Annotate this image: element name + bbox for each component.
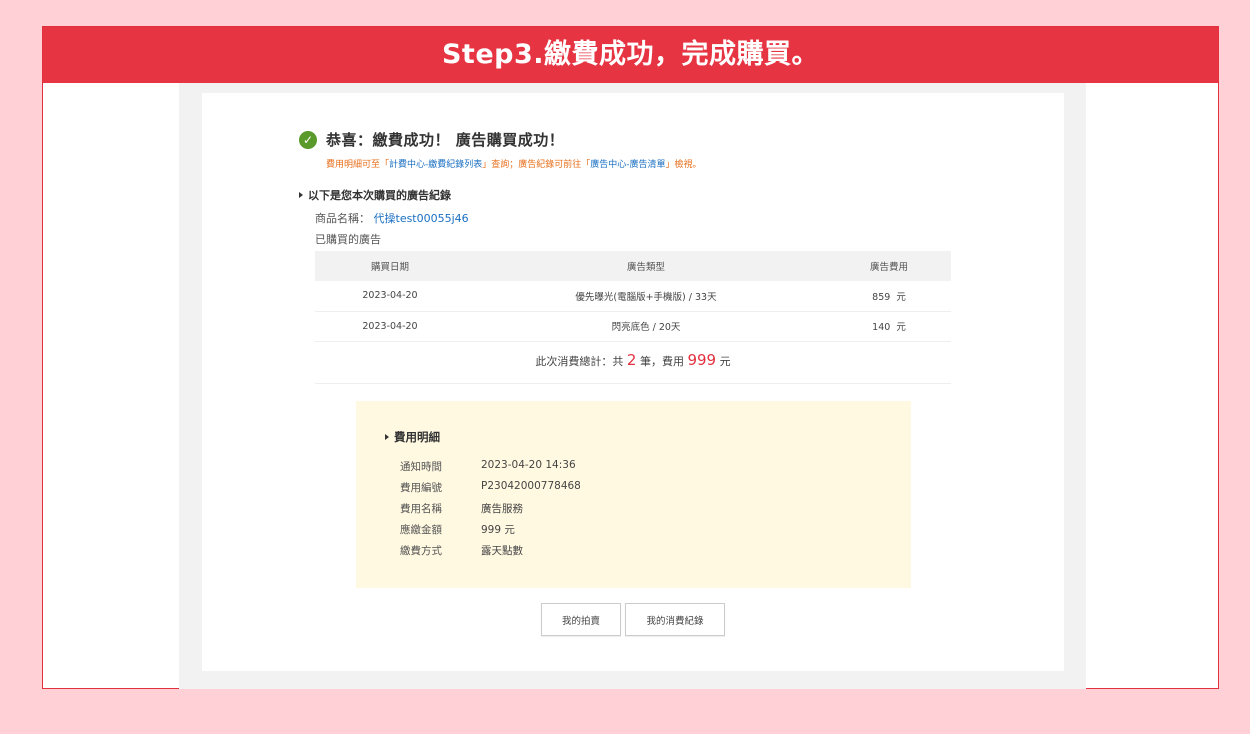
- total-prefix: 此次消費總計：共: [535, 355, 624, 368]
- purchase-total: 此次消費總計：共 2 筆，費用 999 元: [315, 351, 951, 369]
- detail-row-fee-id: 費用編號 P23042000778468: [400, 480, 581, 495]
- detail-row-fee-name: 費用名稱 廣告服務: [400, 501, 523, 516]
- col-type: 廣告類型: [465, 251, 827, 281]
- my-spending-records-button[interactable]: 我的消費紀錄: [625, 603, 725, 636]
- ads-table: 購買日期 廣告類型 廣告費用 2023-04-20 優先曝光(電腦版+手機版) …: [315, 251, 951, 342]
- total-amount: 999: [687, 351, 717, 369]
- row-type: 閃亮底色 / 20天: [465, 311, 827, 342]
- purchase-section-label: 以下是您本次購買的廣告紀錄: [308, 189, 451, 202]
- success-title: 恭喜：繳費成功！ 廣告購買成功！: [326, 131, 565, 149]
- total-count: 2: [626, 351, 637, 369]
- total-suffix: 元: [719, 355, 731, 368]
- detail-value: 露天點數: [481, 545, 523, 557]
- divider: [315, 383, 951, 384]
- row-type: 優先曝光(電腦版+手機版) / 33天: [465, 281, 827, 312]
- product-value[interactable]: 代操test00055j46: [374, 212, 469, 225]
- detail-row-amount: 應繳金額 999 元: [400, 522, 515, 537]
- table-row: 2023-04-20 閃亮底色 / 20天 140 元: [315, 311, 951, 342]
- fee-detail-box: 費用明細 通知時間 2023-04-20 14:36 費用編號 P2304200…: [356, 401, 911, 588]
- my-auctions-button[interactable]: 我的拍賣: [541, 603, 621, 636]
- detail-value: 2023-04-20 14:36: [481, 459, 576, 471]
- col-fee: 廣告費用: [827, 251, 951, 281]
- detail-label: 通知時間: [400, 461, 442, 473]
- bought-ads-label: 已購買的廣告: [315, 233, 381, 246]
- purchase-section-title: 以下是您本次購買的廣告紀錄: [299, 187, 451, 203]
- note-suffix: 」檢視。: [665, 160, 702, 170]
- detail-value: P23042000778468: [481, 480, 581, 492]
- row-fee: 140 元: [827, 311, 951, 342]
- detail-label: 繳費方式: [400, 545, 442, 557]
- table-header-row: 購買日期 廣告類型 廣告費用: [315, 251, 951, 281]
- row-fee: 859 元: [827, 281, 951, 312]
- detail-label: 應繳金額: [400, 524, 442, 536]
- detail-value: 999 元: [481, 524, 515, 536]
- triangle-bullet-icon: [299, 192, 303, 198]
- fee-detail-label: 費用明細: [394, 430, 440, 444]
- note-mid: 」查詢；廣告紀錄可前往「: [482, 160, 591, 170]
- detail-label: 費用名稱: [400, 503, 442, 515]
- note-prefix: 費用明細可至「: [326, 160, 390, 170]
- ad-list-link[interactable]: 廣告中心-廣告清單: [590, 160, 665, 170]
- triangle-bullet-icon: [385, 434, 389, 440]
- success-header: ✓ 恭喜：繳費成功！ 廣告購買成功！: [299, 129, 564, 150]
- detail-row-pay-method: 繳費方式 露天點數: [400, 543, 523, 558]
- table-row: 2023-04-20 優先曝光(電腦版+手機版) / 33天 859 元: [315, 281, 951, 312]
- row-date: 2023-04-20: [315, 281, 465, 312]
- detail-row-notify-time: 通知時間 2023-04-20 14:36: [400, 459, 576, 474]
- total-mid: 筆，費用: [639, 355, 684, 368]
- result-card: ✓ 恭喜：繳費成功！ 廣告購買成功！ 費用明細可至「計費中心-繳費紀錄列表」查詢…: [202, 93, 1064, 671]
- detail-value: 廣告服務: [481, 503, 523, 515]
- product-name-row: 商品名稱： 代操test00055j46: [315, 210, 469, 226]
- check-circle-icon: ✓: [299, 130, 317, 149]
- content-frame: Step3.繳費成功，完成購買。 ✓ 恭喜：繳費成功！ 廣告購買成功！ 費用明細…: [42, 26, 1219, 689]
- col-date: 購買日期: [315, 251, 465, 281]
- billing-records-link[interactable]: 計費中心-繳費紀錄列表: [389, 160, 482, 170]
- fee-detail-title: 費用明細: [385, 429, 440, 445]
- product-label: 商品名稱：: [315, 212, 370, 225]
- step-banner: Step3.繳費成功，完成購買。: [43, 27, 1218, 83]
- detail-label: 費用編號: [400, 482, 442, 494]
- row-date: 2023-04-20: [315, 311, 465, 342]
- success-note: 費用明細可至「計費中心-繳費紀錄列表」查詢；廣告紀錄可前往「廣告中心-廣告清單」…: [326, 157, 702, 170]
